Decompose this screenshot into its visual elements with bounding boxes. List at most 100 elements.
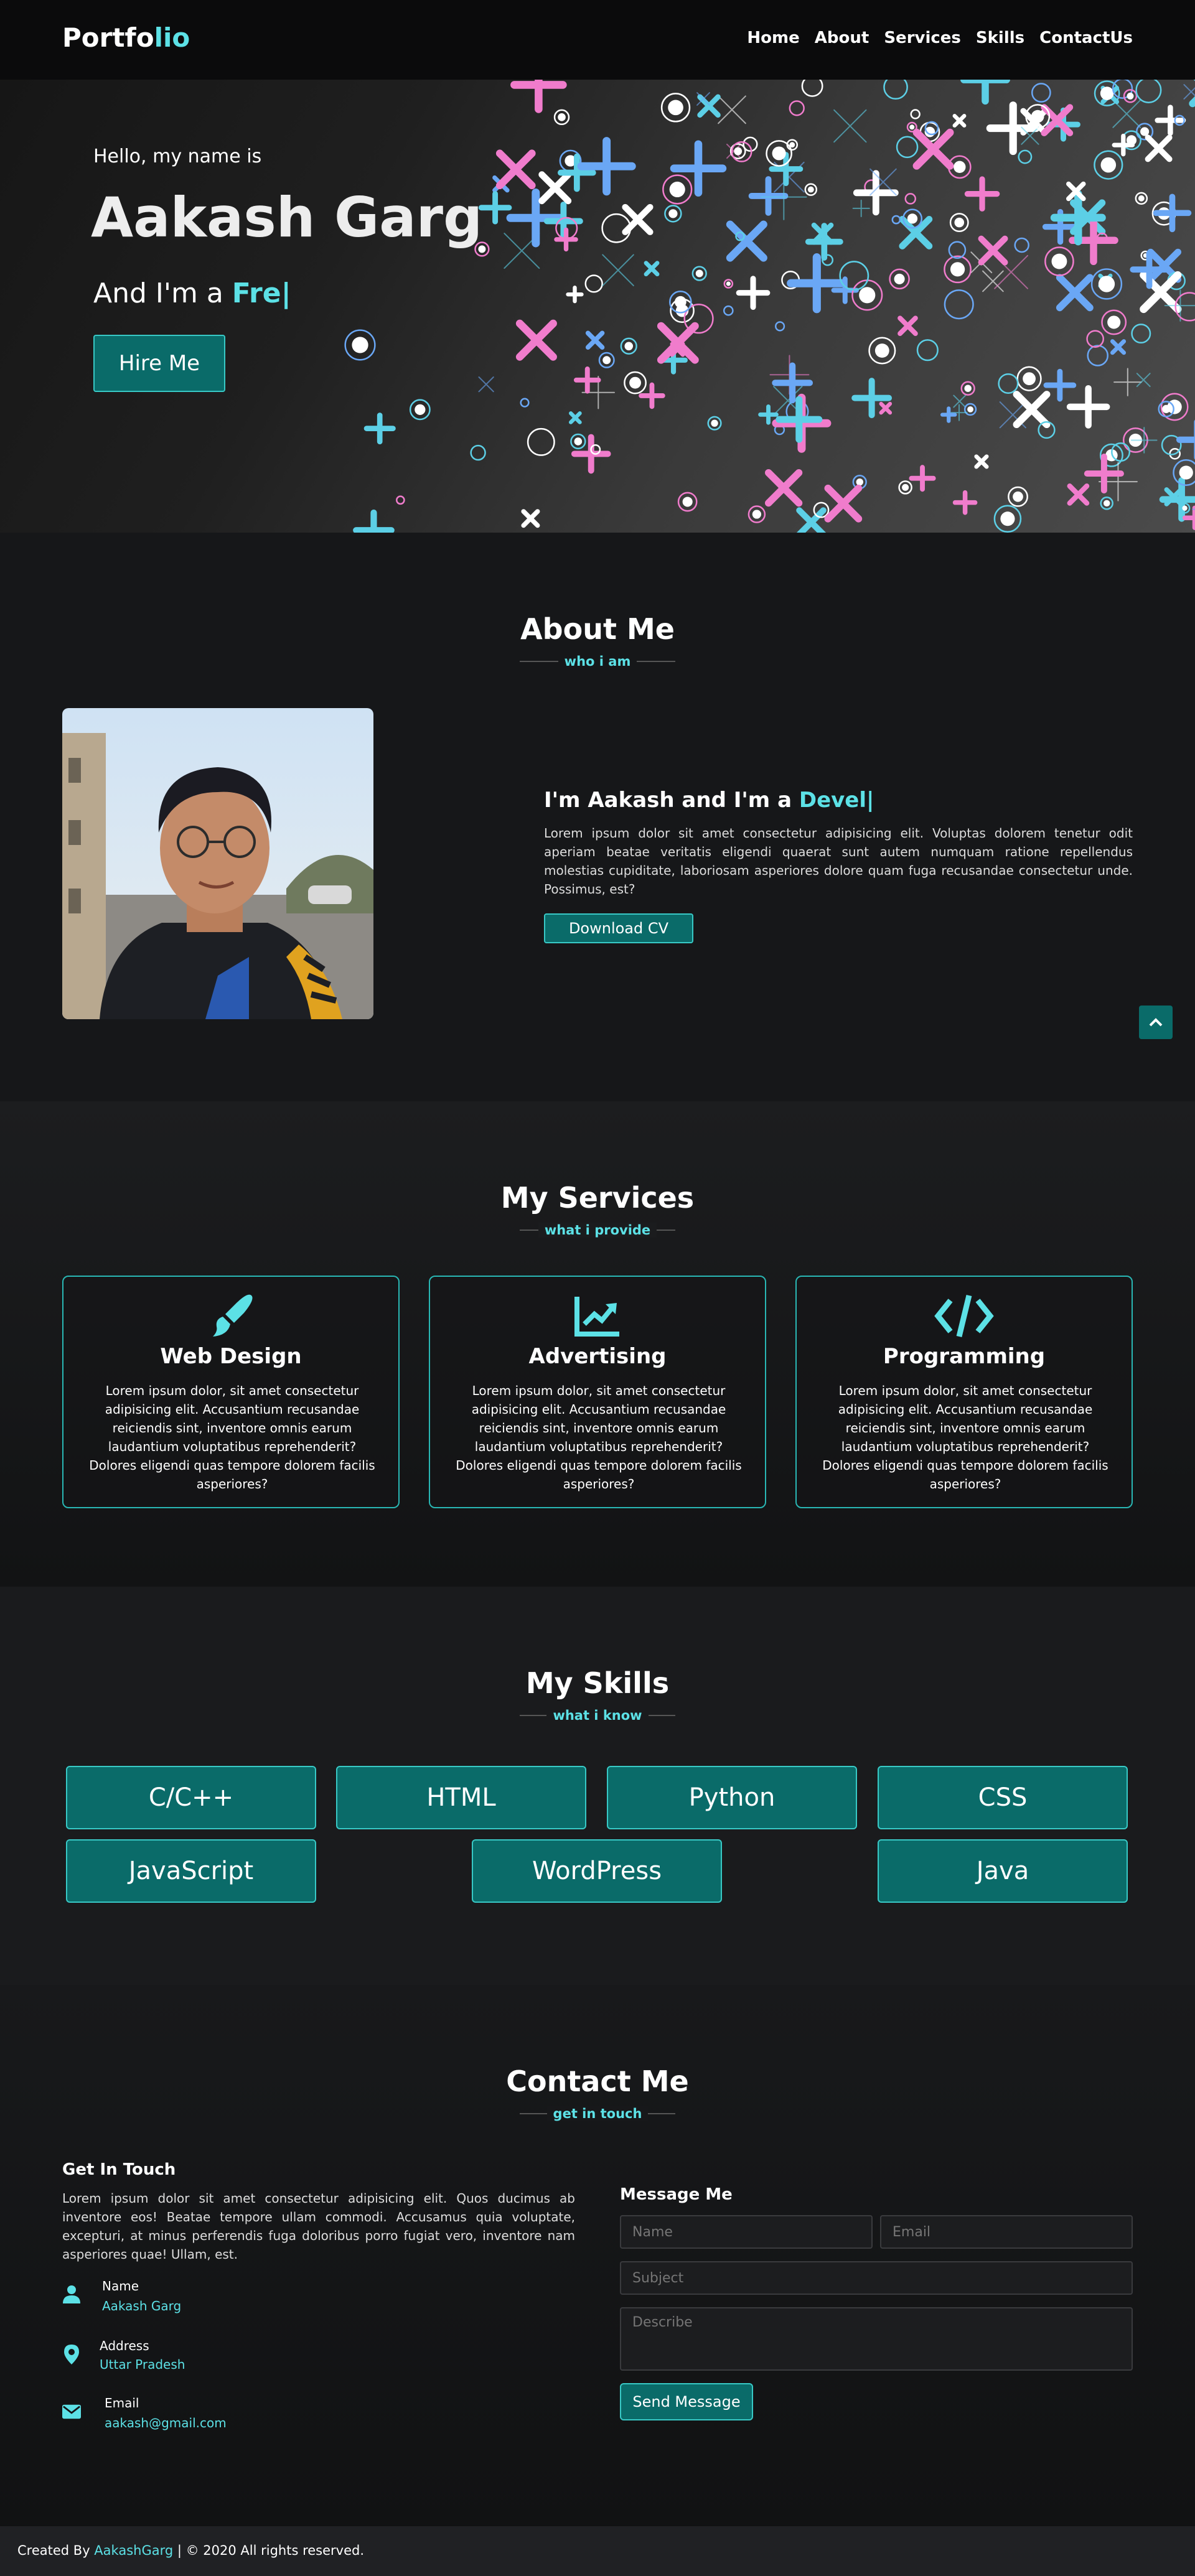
info-label-address: Address [100,2338,149,2353]
hero-particle [570,433,586,450]
nav-about[interactable]: About [815,29,869,47]
skills-subtitle-text: what i know [546,1708,649,1723]
hero-particle [1130,427,1158,454]
hero-particle [787,253,847,314]
hero-particle [554,227,578,252]
hero-particle [657,322,699,364]
info-value-name: Aakash Garg [102,2298,182,2313]
name-input[interactable] [620,2215,873,2249]
service-card-title: Web Design [160,1344,302,1369]
nav-services[interactable]: Services [884,29,961,47]
contact-subtitle-text: get in touch [546,2106,649,2121]
hero-particle [726,220,767,262]
hero-particle [1110,339,1127,355]
describe-textarea[interactable] [620,2307,1133,2371]
service-card-advertising: Advertising Lorem ipsum dolor, sit amet … [429,1276,766,1508]
hero-particle [566,286,584,304]
hero-particle [974,454,989,469]
hero-particle [910,109,921,119]
hero-particle [868,337,896,365]
hero-particle [1131,324,1151,344]
hero-particle [963,403,977,416]
hero-particle [748,176,789,216]
hero-particle [1084,454,1124,494]
services-section: My Services what i provide Web Design Lo… [0,1101,1195,1587]
skill-cpp: C/C++ [66,1766,316,1829]
skill-html: HTML [336,1766,586,1829]
hero-particle [833,109,867,143]
hero-particle [396,495,405,505]
footer-author-link[interactable]: AakashGarg [94,2543,173,2558]
hero-particle [644,261,660,277]
code-icon [797,1292,1132,1340]
nav-skills[interactable]: Skills [976,29,1024,47]
skill-wordpress: WordPress [472,1839,722,1903]
hero-particle [1013,391,1051,429]
footer-text: Created By AakashGarg | © 2020 All right… [17,2543,364,2558]
hero-particle [869,168,897,196]
skills-section: My Skills what i know C/C++ HTML Python … [0,1587,1195,1985]
hero-particle [353,509,395,533]
hero-particle [1031,83,1051,103]
skills-title: My Skills [525,1666,670,1700]
hero-particle [470,444,486,461]
hero-particle [1135,80,1162,103]
hero-particle [1189,80,1195,108]
user-icon [62,2285,81,2303]
hero-particle [620,337,637,355]
service-card-title: Advertising [528,1344,667,1369]
subject-input[interactable] [620,2261,1133,2295]
hero-particle [723,305,734,316]
hero-particle [805,223,843,261]
download-cv-button[interactable]: Download CV [544,913,693,943]
hire-me-button[interactable]: Hire Me [93,335,225,392]
hero-typing: And I'm a Fre| [93,278,291,309]
hero-particle [944,289,974,320]
info-value-address: Uttar Pradesh [100,2357,185,2372]
hero-particle [998,373,1019,394]
service-card-text: Lorem ipsum dolor, sit amet consectetur … [89,1383,375,1491]
nav-home[interactable]: Home [747,29,799,47]
hero-particle [1182,505,1195,530]
hero-particle [940,406,957,423]
about-heading-cursor: | [866,788,874,813]
hero-particle [904,193,917,205]
services-subtitle: what i provide [520,1221,675,1239]
hero-particle [577,137,636,196]
hero-particle [853,170,899,216]
hero-particle [1176,419,1195,460]
send-message-button[interactable]: Send Message [620,2383,753,2420]
hero-typing-word: Fre [232,278,281,309]
nav-contact[interactable]: ContactUs [1039,29,1133,47]
about-section: About Me who i am I'm Aakash and I'm a D… [0,533,1195,1101]
scroll-top-button[interactable] [1139,1006,1173,1039]
about-heading-prefix: I'm Aakash and I'm a [544,788,799,813]
hero-particle [1113,368,1142,396]
hero-particle [521,509,540,528]
hero-particle [993,505,1022,533]
about-heading: I'm Aakash and I'm a Devel| [544,788,874,813]
hero-particle [1056,274,1094,312]
hero-particle [944,255,972,284]
skill-css: CSS [878,1766,1128,1829]
envelope-icon [62,2404,81,2423]
navbar: Portfolio Home About Services Skills Con… [0,0,1195,80]
email-input[interactable] [880,2215,1133,2249]
logo[interactable]: Portfolio [62,22,190,53]
hero-particle [1086,330,1104,348]
service-card-text: Lorem ipsum dolor, sit amet consectetur … [456,1383,742,1491]
hero-particle [949,213,969,232]
get-in-touch-title: Get In Touch [62,2160,176,2179]
hero-particle [889,268,910,290]
about-text: Lorem ipsum dolor sit amet consectetur a… [544,826,1133,897]
hero-particle [909,465,936,492]
hero-particle [515,319,557,361]
hero-particle [1008,486,1028,507]
hero-particle [1016,366,1042,391]
skill-javascript: JavaScript [66,1839,316,1903]
skill-python: Python [607,1766,857,1829]
hero-particle [723,279,734,289]
contact-section: Contact Me get in touch Get In Touch Lor… [0,1985,1195,2526]
hero-particle [883,80,908,100]
info-value-email: aakash@gmail.com [105,2415,227,2430]
